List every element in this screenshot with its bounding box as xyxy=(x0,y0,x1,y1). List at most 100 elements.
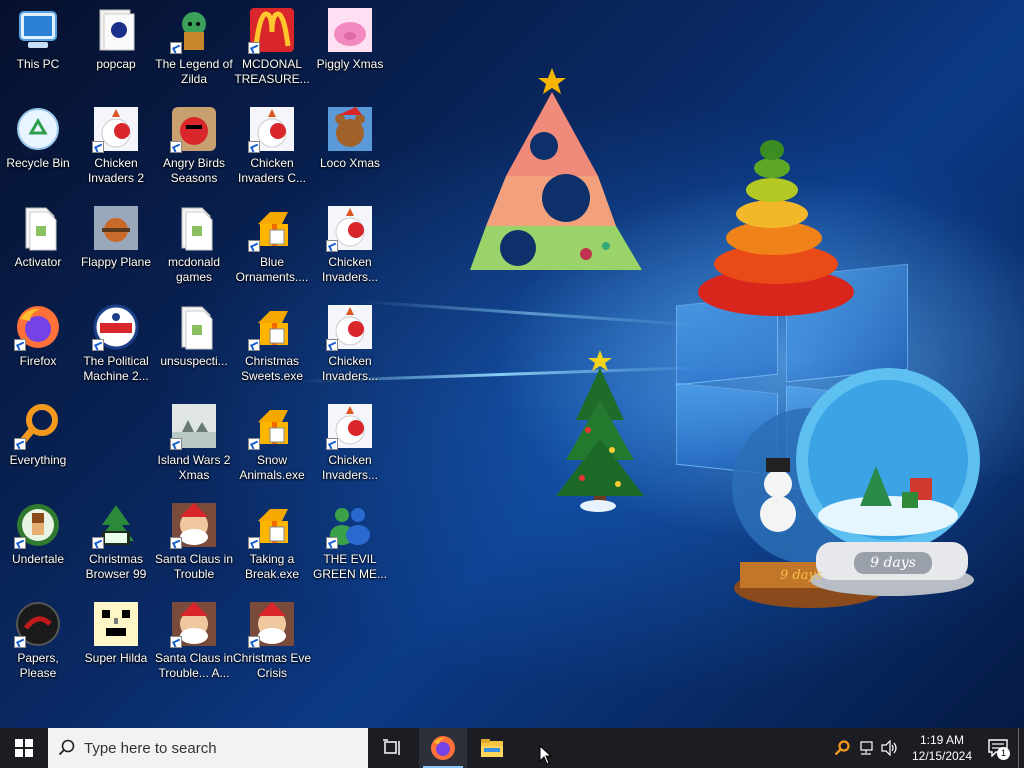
desktop-icon-label: mcdonald games xyxy=(167,255,221,284)
folder-icon xyxy=(481,739,503,757)
desktop-icon-label: Firefox xyxy=(19,354,57,368)
desktop-icon-label: Super Hilda xyxy=(84,651,148,665)
taskbar-file-explorer-button[interactable] xyxy=(468,728,516,768)
network-button[interactable] xyxy=(854,728,878,768)
desktop-icon[interactable]: Snow Animals.exe xyxy=(234,396,310,490)
political-icon xyxy=(92,303,140,351)
desktop-icon[interactable]: Taking a Break.exe xyxy=(234,495,310,589)
firefox-icon xyxy=(14,303,62,351)
desktop-icon-label: Chicken Invaders... xyxy=(321,354,379,383)
desktop-icon[interactable]: mcdonald games xyxy=(156,198,232,292)
desktop-icon[interactable]: Chicken Invaders C... xyxy=(234,99,310,193)
desktop-icon-label: popcap xyxy=(96,57,136,71)
santa-icon xyxy=(248,600,296,648)
taskbar-search-box[interactable]: Type here to search xyxy=(48,728,368,768)
search-ring-icon xyxy=(834,740,850,756)
task-view-button[interactable] xyxy=(368,728,416,768)
snow-globe-gadget[interactable]: 9 days 9 days xyxy=(730,366,992,616)
desktop-icon-label: Angry Birds Seasons xyxy=(162,156,226,185)
desktop-icon-label: Christmas Browser 99 xyxy=(85,552,147,581)
desktop-icon[interactable]: Angry Birds Seasons xyxy=(156,99,232,193)
desktop-icon-label: Loco Xmas xyxy=(319,156,381,170)
triangle-tree-gadget[interactable] xyxy=(466,56,646,276)
desktop-icon[interactable]: Blue Ornaments.... xyxy=(234,198,310,292)
chicken-icon xyxy=(326,204,374,252)
desktop-icon[interactable]: Christmas Browser 99 xyxy=(78,495,154,589)
gift-icon xyxy=(248,303,296,351)
action-center-button[interactable]: 1 xyxy=(978,728,1018,768)
chicken-icon xyxy=(326,402,374,450)
desktop-icon[interactable]: Super Hilda xyxy=(78,594,154,688)
game-icon xyxy=(170,6,218,54)
desktop-icon[interactable]: This PC xyxy=(0,0,76,94)
desktop-icon[interactable]: Recycle Bin xyxy=(0,99,76,193)
shortcut-arrow-icon xyxy=(92,141,104,153)
desktop-icon-label: The Legend of Zilda xyxy=(155,57,233,86)
desktop-icon[interactable]: Firefox xyxy=(0,297,76,391)
undertale-icon xyxy=(14,501,62,549)
tray-search-app-button[interactable] xyxy=(830,728,854,768)
shortcut-arrow-icon xyxy=(326,537,338,549)
desktop-icon[interactable]: unsuspecti... xyxy=(156,297,232,391)
desktop-icon-label: This PC xyxy=(16,57,60,71)
desktop-icon[interactable]: Santa Claus in Trouble... A... xyxy=(155,594,233,688)
desktop-icon-label: THE EVIL GREEN ME... xyxy=(312,552,387,581)
desktop-icon[interactable]: The Political Machine 2... xyxy=(78,297,154,391)
desktop-icon-label: Recycle Bin xyxy=(6,156,70,170)
bear-icon xyxy=(326,105,374,153)
search-icon xyxy=(58,739,75,756)
desktop-icon[interactable]: Chicken Invaders... xyxy=(312,297,388,391)
desktop-icon[interactable]: THE EVIL GREEN ME... xyxy=(312,495,388,589)
shortcut-arrow-icon xyxy=(248,636,260,648)
desktop-icon-label: The Political Machine 2... xyxy=(83,354,149,383)
gift-icon xyxy=(248,204,296,252)
file-icon xyxy=(14,204,62,252)
chicken-icon xyxy=(248,105,296,153)
desktop-icon[interactable]: Christmas Eve Crisis xyxy=(232,594,312,688)
desktop-icon[interactable]: Christmas Sweets.exe xyxy=(234,297,310,391)
clock-time: 1:19 AM xyxy=(919,733,965,747)
desktop-icon-label: Christmas Eve Crisis xyxy=(232,651,312,680)
desktop-icon[interactable]: MCDONAL TREASURE... xyxy=(234,0,310,94)
desktop-icon[interactable]: Piggly Xmas xyxy=(312,0,388,94)
gift-icon xyxy=(248,402,296,450)
desktop-icon[interactable]: popcap xyxy=(78,0,154,94)
search-placeholder: Type here to search xyxy=(84,739,217,757)
papers-icon xyxy=(14,600,62,648)
desktop-icon[interactable]: Island Wars 2 Xmas xyxy=(156,396,232,490)
show-desktop-button[interactable] xyxy=(1018,728,1024,768)
computer-icon xyxy=(14,6,62,54)
desktop-icon[interactable]: Undertale xyxy=(0,495,76,589)
firefox-icon xyxy=(431,736,455,760)
desktop-icon[interactable]: Chicken Invaders... xyxy=(312,198,388,292)
volume-button[interactable] xyxy=(878,728,902,768)
shortcut-arrow-icon xyxy=(170,537,182,549)
desktop-icon-label: Chicken Invaders C... xyxy=(237,156,307,185)
desktop-icon[interactable]: Chicken Invaders... xyxy=(312,396,388,490)
desktop-icon[interactable]: Everything xyxy=(0,396,76,490)
christmas-tree-gadget[interactable] xyxy=(552,350,648,514)
messenger-icon xyxy=(326,501,374,549)
start-button[interactable] xyxy=(0,728,48,768)
plane-icon xyxy=(92,204,140,252)
desktop-icon-label: Papers, Please xyxy=(17,651,59,680)
desktop-icon[interactable]: Papers, Please xyxy=(0,594,76,688)
desktop-icon[interactable]: The Legend of Zilda xyxy=(155,0,233,94)
desktop-icon[interactable]: Activator xyxy=(0,198,76,292)
desktop[interactable]: 9 days 9 days This PC popcap The Legend of… xyxy=(0,0,1024,728)
speaker-icon xyxy=(881,740,897,756)
clock[interactable]: 1:19 AM 12/15/2024 xyxy=(906,732,978,764)
spiral-tree-gadget[interactable] xyxy=(696,124,864,320)
desktop-icon-label: Chicken Invaders... xyxy=(321,453,379,482)
file-icon xyxy=(170,204,218,252)
desktop-icon[interactable]: Santa Claus in Trouble xyxy=(155,495,233,589)
taskbar-firefox-button[interactable] xyxy=(419,728,467,768)
light-beam xyxy=(359,300,700,327)
notification-count-badge: 1 xyxy=(997,747,1010,760)
mouse-cursor-icon xyxy=(539,745,553,765)
desktop-icon[interactable]: Flappy Plane xyxy=(78,198,154,292)
desktop-icon-label: Flappy Plane xyxy=(80,255,152,269)
search-ring-icon xyxy=(14,402,62,450)
desktop-icon[interactable]: Chicken Invaders 2 xyxy=(78,99,154,193)
desktop-icon[interactable]: Loco Xmas xyxy=(312,99,388,193)
